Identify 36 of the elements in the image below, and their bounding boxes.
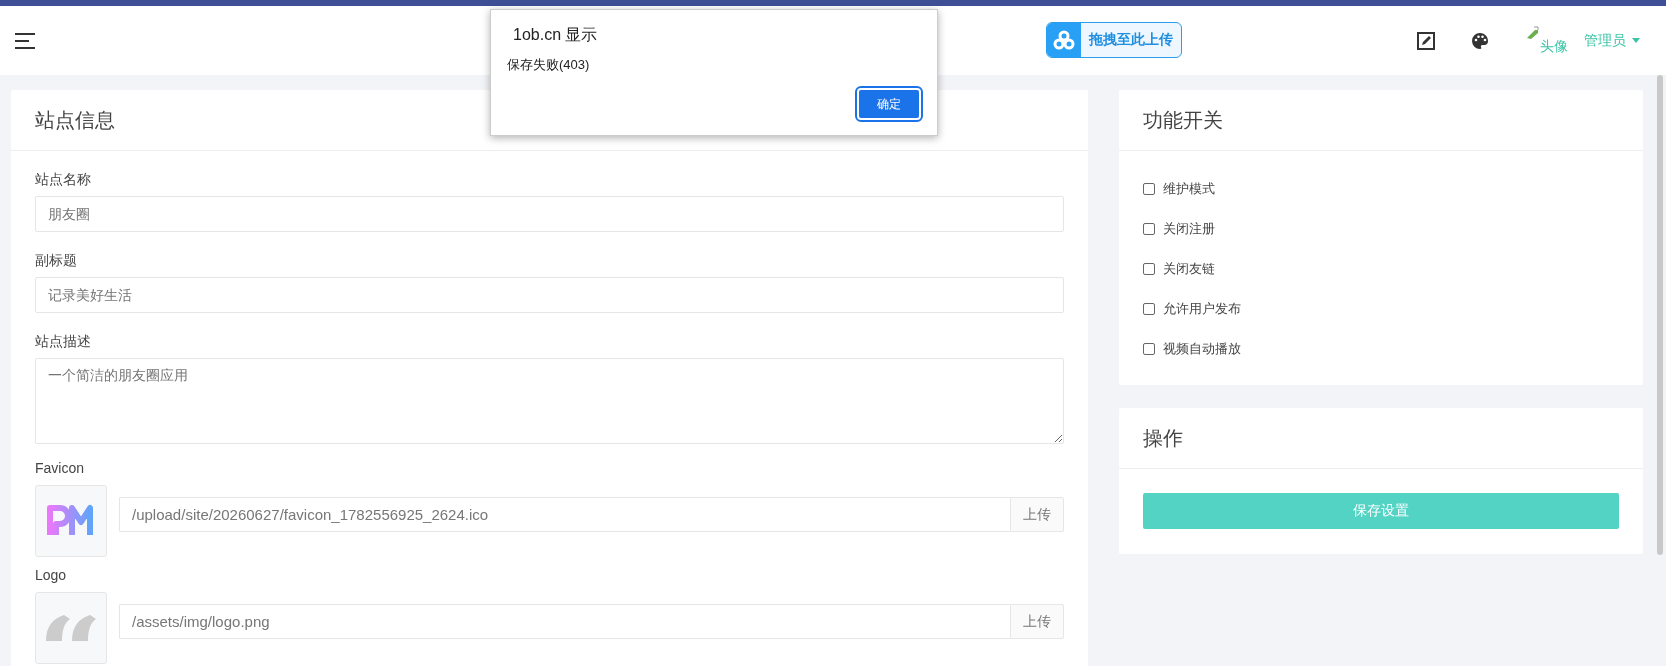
dialog-title: 1ob.cn 显示 [513, 25, 599, 45]
avatar-alt-text: 头像 [1540, 37, 1568, 56]
card-title: 功能开关 [1119, 90, 1643, 151]
checkbox[interactable] [1143, 263, 1155, 275]
description-textarea[interactable]: 一个简洁的朋友圈应用 [35, 358, 1064, 444]
field-label: Logo [35, 567, 68, 583]
checkbox-option[interactable]: 关闭注册 [1143, 209, 1619, 249]
menu-icon[interactable] [14, 31, 38, 50]
checkbox[interactable] [1143, 303, 1155, 315]
path-input[interactable]: /assets/img/logo.png [119, 604, 1010, 639]
checkbox-option[interactable]: 维护模式 [1143, 169, 1619, 209]
upload-button[interactable]: 上传 [1010, 604, 1064, 639]
checkbox-option[interactable]: 关闭友链 [1143, 249, 1619, 289]
upload-widget[interactable]: 拖拽至此上传 [1046, 22, 1182, 58]
edit-icon[interactable] [1417, 31, 1435, 50]
field-label: 站点描述 [35, 333, 92, 349]
text-input[interactable]: 朋友圈 [35, 196, 1064, 232]
checkbox-option[interactable]: 允许用户发布 [1143, 289, 1619, 329]
checkbox[interactable] [1143, 343, 1155, 355]
field-label: Favicon [35, 460, 86, 476]
caret-icon [1632, 38, 1640, 43]
card-title: 操作 [1119, 408, 1643, 469]
palette-icon[interactable] [1471, 31, 1489, 50]
ok-button[interactable]: 确定 [857, 88, 921, 120]
text-input[interactable]: 记录美好生活 [35, 277, 1064, 313]
checkbox-option[interactable]: 视频自动播放 [1143, 329, 1619, 369]
checkbox[interactable] [1143, 223, 1155, 235]
dialog-message: 保存失败(403) [507, 56, 591, 74]
broken-image-icon [1525, 25, 1539, 40]
upload-button[interactable]: 上传 [1010, 497, 1064, 532]
path-input[interactable]: /upload/site/20260627/favicon_1782556925_2624.ico [119, 497, 1010, 532]
field-label: 站点名称 [35, 171, 92, 187]
quote-mark-image [44, 613, 98, 643]
cloud-rings-icon [1053, 30, 1075, 50]
checkbox[interactable] [1143, 183, 1155, 195]
field-label: 副标题 [35, 252, 78, 268]
